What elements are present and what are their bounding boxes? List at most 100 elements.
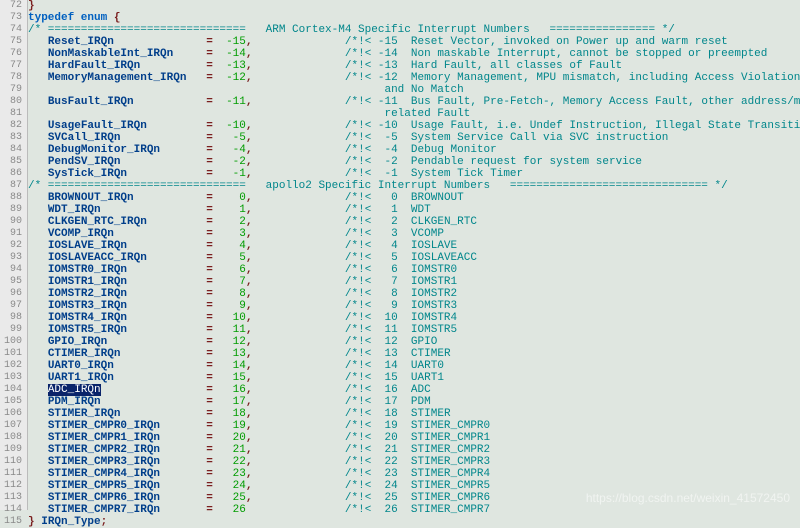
enum-ident[interactable]: BusFault_IRQn <box>48 96 134 108</box>
enum-ident[interactable]: IOSLAVE_IRQn <box>48 240 127 252</box>
code-line[interactable]: ADC_IRQn = 16, /*!< 16 ADC <box>28 384 800 396</box>
enum-value: 14 <box>219 360 245 372</box>
enum-ident[interactable]: CLKGEN_RTC_IRQn <box>48 216 147 228</box>
code-line[interactable]: PDM_IRQn = 17, /*!< 17 PDM <box>28 396 800 408</box>
enum-ident[interactable]: UART0_IRQn <box>48 360 114 372</box>
enum-value: 11 <box>219 324 245 336</box>
enum-comment: /*!< 16 ADC <box>345 384 431 396</box>
code-area[interactable]: }typedef enum {/* ======================… <box>28 0 800 528</box>
code-line[interactable]: BROWNOUT_IRQn = 0, /*!< 0 BROWNOUT <box>28 192 800 204</box>
enum-value: 16 <box>219 384 245 396</box>
enum-ident[interactable]: IOMSTR0_IRQn <box>48 264 127 276</box>
code-line[interactable]: UART0_IRQn = 14, /*!< 14 UART0 <box>28 360 800 372</box>
enum-ident[interactable]: DebugMonitor_IRQn <box>48 144 160 156</box>
enum-value: 23 <box>219 468 245 480</box>
code-line[interactable]: STIMER_CMPR4_IRQn = 23, /*!< 23 STIMER_C… <box>28 468 800 480</box>
code-line[interactable]: VCOMP_IRQn = 3, /*!< 3 VCOMP <box>28 228 800 240</box>
code-line[interactable]: STIMER_CMPR7_IRQn = 26 /*!< 26 STIMER_CM… <box>28 504 800 516</box>
enum-comment: /*!< 11 IOMSTR5 <box>345 324 457 336</box>
enum-value: 25 <box>219 492 245 504</box>
enum-ident[interactable]: IOMSTR5_IRQn <box>48 324 127 336</box>
enum-comment: /*!< 22 STIMER_CMPR3 <box>345 456 490 468</box>
enum-ident[interactable]: STIMER_CMPR5_IRQn <box>48 480 160 492</box>
code-line[interactable]: MemoryManagement_IRQn = -12, /*!< -12 Me… <box>28 72 800 84</box>
enum-comment: /*!< -14 Non maskable Interrupt, cannot … <box>345 48 767 60</box>
code-line[interactable]: STIMER_CMPR3_IRQn = 22, /*!< 22 STIMER_C… <box>28 456 800 468</box>
code-line[interactable]: STIMER_CMPR6_IRQn = 25, /*!< 25 STIMER_C… <box>28 492 800 504</box>
code-line[interactable]: STIMER_CMPR0_IRQn = 19, /*!< 19 STIMER_C… <box>28 420 800 432</box>
enum-ident[interactable]: NonMaskableInt_IRQn <box>48 48 173 60</box>
code-line[interactable]: IOMSTR1_IRQn = 7, /*!< 7 IOMSTR1 <box>28 276 800 288</box>
code-line[interactable]: IOMSTR4_IRQn = 10, /*!< 10 IOMSTR4 <box>28 312 800 324</box>
enum-ident[interactable]: STIMER_CMPR1_IRQn <box>48 432 160 444</box>
enum-ident[interactable]: STIMER_CMPR6_IRQn <box>48 492 160 504</box>
code-line[interactable]: GPIO_IRQn = 12, /*!< 12 GPIO <box>28 336 800 348</box>
code-line[interactable]: } <box>28 0 800 12</box>
code-line[interactable]: and No Match <box>28 84 800 96</box>
code-line[interactable]: IOMSTR0_IRQn = 6, /*!< 6 IOMSTR0 <box>28 264 800 276</box>
code-line[interactable]: typedef enum { <box>28 12 800 24</box>
code-line[interactable]: IOMSTR3_IRQn = 9, /*!< 9 IOMSTR3 <box>28 300 800 312</box>
enum-ident[interactable]: CTIMER_IRQn <box>48 348 121 360</box>
enum-ident[interactable]: GPIO_IRQn <box>48 336 107 348</box>
enum-ident[interactable]: UART1_IRQn <box>48 372 114 384</box>
enum-ident[interactable]: IOSLAVEACC_IRQn <box>48 252 147 264</box>
enum-comment: /*!< -4 Debug Monitor <box>345 144 497 156</box>
code-line[interactable]: NonMaskableInt_IRQn = -14, /*!< -14 Non … <box>28 48 800 60</box>
enum-ident[interactable]: MemoryManagement_IRQn <box>48 72 187 84</box>
enum-ident[interactable]: HardFault_IRQn <box>48 60 140 72</box>
enum-value: 4 <box>219 240 245 252</box>
enum-comment: /*!< 7 IOMSTR1 <box>345 276 457 288</box>
code-line[interactable]: STIMER_CMPR1_IRQn = 20, /*!< 20 STIMER_C… <box>28 432 800 444</box>
enum-ident[interactable]: STIMER_IRQn <box>48 408 121 420</box>
code-line[interactable]: IOSLAVE_IRQn = 4, /*!< 4 IOSLAVE <box>28 240 800 252</box>
code-line[interactable]: Reset_IRQn = -15, /*!< -15 Reset Vector,… <box>28 36 800 48</box>
code-line[interactable]: STIMER_IRQn = 18, /*!< 18 STIMER <box>28 408 800 420</box>
enum-value: 10 <box>219 312 245 324</box>
enum-ident[interactable]: Reset_IRQn <box>48 36 114 48</box>
enum-value: 24 <box>219 480 245 492</box>
enum-ident[interactable]: STIMER_CMPR2_IRQn <box>48 444 160 456</box>
enum-ident[interactable]: STIMER_CMPR0_IRQn <box>48 420 160 432</box>
selected-ident[interactable]: ADC_IRQn <box>48 384 101 396</box>
code-line[interactable]: UART1_IRQn = 15, /*!< 15 UART1 <box>28 372 800 384</box>
code-line[interactable]: WDT_IRQn = 1, /*!< 1 WDT <box>28 204 800 216</box>
enum-ident[interactable]: BROWNOUT_IRQn <box>48 192 134 204</box>
code-line[interactable]: } IRQn_Type; <box>28 516 800 528</box>
code-line[interactable]: SVCall_IRQn = -5, /*!< -5 System Service… <box>28 132 800 144</box>
enum-value: 13 <box>219 348 245 360</box>
code-line[interactable]: SysTick_IRQn = -1, /*!< -1 System Tick T… <box>28 168 800 180</box>
enum-ident[interactable]: PDM_IRQn <box>48 396 101 408</box>
enum-ident[interactable]: SysTick_IRQn <box>48 168 127 180</box>
enum-ident[interactable]: UsageFault_IRQn <box>48 120 147 132</box>
code-line[interactable]: IOMSTR5_IRQn = 11, /*!< 11 IOMSTR5 <box>28 324 800 336</box>
enum-ident[interactable]: SVCall_IRQn <box>48 132 121 144</box>
code-line[interactable]: related Fault <box>28 108 800 120</box>
enum-ident[interactable]: STIMER_CMPR3_IRQn <box>48 456 160 468</box>
code-line[interactable]: HardFault_IRQn = -13, /*!< -13 Hard Faul… <box>28 60 800 72</box>
code-line[interactable]: /* ============================== ARM Co… <box>28 24 800 36</box>
code-line[interactable]: STIMER_CMPR2_IRQn = 21, /*!< 21 STIMER_C… <box>28 444 800 456</box>
enum-comment: /*!< -5 System Service Call via SVC inst… <box>345 132 668 144</box>
enum-value: 20 <box>219 432 245 444</box>
code-line[interactable]: UsageFault_IRQn = -10, /*!< -10 Usage Fa… <box>28 120 800 132</box>
code-line[interactable]: /* ============================== apollo… <box>28 180 800 192</box>
code-line[interactable]: IOMSTR2_IRQn = 8, /*!< 8 IOMSTR2 <box>28 288 800 300</box>
code-line[interactable]: CTIMER_IRQn = 13, /*!< 13 CTIMER <box>28 348 800 360</box>
enum-ident[interactable]: PendSV_IRQn <box>48 156 121 168</box>
enum-ident[interactable]: VCOMP_IRQn <box>48 228 114 240</box>
line-gutter: 7273747576777879808182838485868788899091… <box>0 0 28 510</box>
enum-ident[interactable]: IOMSTR2_IRQn <box>48 288 127 300</box>
code-line[interactable]: PendSV_IRQn = -2, /*!< -2 Pendable reque… <box>28 156 800 168</box>
code-line[interactable]: CLKGEN_RTC_IRQn = 2, /*!< 2 CLKGEN_RTC <box>28 216 800 228</box>
code-line[interactable]: BusFault_IRQn = -11, /*!< -11 Bus Fault,… <box>28 96 800 108</box>
code-line[interactable]: DebugMonitor_IRQn = -4, /*!< -4 Debug Mo… <box>28 144 800 156</box>
enum-ident[interactable]: IOMSTR3_IRQn <box>48 300 127 312</box>
enum-ident[interactable]: IOMSTR1_IRQn <box>48 276 127 288</box>
enum-ident[interactable]: STIMER_CMPR7_IRQn <box>48 504 160 516</box>
enum-ident[interactable]: WDT_IRQn <box>48 204 101 216</box>
enum-ident[interactable]: IOMSTR4_IRQn <box>48 312 127 324</box>
code-line[interactable]: IOSLAVEACC_IRQn = 5, /*!< 5 IOSLAVEACC <box>28 252 800 264</box>
code-line[interactable]: STIMER_CMPR5_IRQn = 24, /*!< 24 STIMER_C… <box>28 480 800 492</box>
enum-ident[interactable]: STIMER_CMPR4_IRQn <box>48 468 160 480</box>
